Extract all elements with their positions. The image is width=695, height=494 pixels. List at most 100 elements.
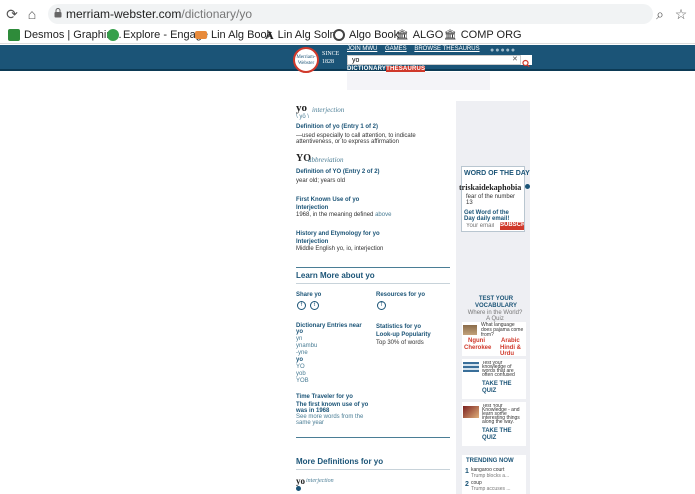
wotd-def: fear of the number 13 (466, 194, 516, 206)
bookmark-lin-alg-book[interactable]: Lin Alg Book (195, 28, 272, 42)
entry1-pron[interactable]: \ yō \ (296, 114, 309, 120)
list-item[interactable]: YOB (296, 378, 317, 385)
entry2-def-text: year old; years old (296, 178, 346, 184)
divider (296, 267, 450, 268)
first-known-link[interactable]: above (375, 212, 391, 218)
search-icon (522, 59, 530, 68)
quiz1-card[interactable]: What language does pajama come from? Ngu… (462, 322, 526, 357)
zoom-icon[interactable]: ⌕ (652, 6, 668, 22)
quiz1-image (463, 325, 477, 335)
list-item[interactable]: yob (296, 371, 317, 378)
divider (296, 437, 450, 438)
quiz2-card[interactable]: Test your knowledge of words that are of… (462, 359, 526, 399)
globe-icon (333, 29, 345, 41)
audio-icon[interactable] (296, 486, 301, 491)
trending-rank: 2 (465, 481, 469, 488)
bookmark-desmos[interactable]: Desmos | Graphin... (8, 28, 122, 42)
first-known-sub: Interjection (296, 205, 329, 211)
entry2-def-heading: Definition of YO (Entry 2 of 2) (296, 169, 380, 175)
trending-rank: 1 (465, 468, 469, 475)
search-input[interactable] (350, 56, 510, 65)
social-icons[interactable]: ●●●●● (490, 47, 516, 54)
nav-browse-thesaurus[interactable]: BROWSE THESAURUS (414, 46, 479, 52)
trending-sub: Trump accuses ... (471, 486, 511, 492)
etymology-heading: History and Etymology for yo (296, 231, 380, 237)
search-button[interactable] (520, 55, 532, 68)
address-bar[interactable]: merriam-webster.com/dictionary/yo (48, 4, 653, 24)
first-known-heading: First Known Use of yo (296, 197, 360, 203)
time-traveler-heading: Time Traveler for yo (296, 394, 353, 400)
audio-icon[interactable] (525, 184, 530, 189)
quiz3-cta[interactable]: TAKE THE QUIZ (482, 428, 518, 442)
etymology-text: Middle English yo, io, interjection (296, 246, 384, 252)
more-defs-headword: yo (296, 476, 305, 486)
bookmark-comp-org[interactable]: 🏛 COMP ORG (444, 28, 522, 42)
library-icon: 🏛 (396, 29, 409, 41)
browser-toolbar: ⟳ ⌂ merriam-webster.com/dictionary/yo ⌕ … (0, 0, 695, 44)
quiz1-answer[interactable]: Arabic (501, 338, 520, 344)
etymology-sub: Interjection (296, 239, 329, 245)
trending-sub: Trump blocks a... (471, 473, 510, 479)
twitter-icon[interactable]: t (310, 301, 319, 310)
more-defs-fl: interjection (306, 478, 334, 484)
logo-text: Webster (297, 61, 315, 66)
vocab-title: TEST YOUR VOCABULARY (474, 296, 518, 309)
search-dropdown-shadow (347, 72, 490, 90)
mw-logo[interactable]: Merriam- Webster (293, 47, 319, 73)
divider (296, 283, 450, 284)
quiz3-text: Test Your Knowledge - and learn some int… (482, 404, 520, 425)
search-box: ✕ (347, 55, 532, 68)
top-nav: JOIN MWU GAMES BROWSE THESAURUS (347, 46, 486, 52)
since-badge: SINCE 1828 (322, 50, 339, 66)
bookmark-explore[interactable]: Explore - Engage (107, 28, 208, 42)
quiz3-card[interactable]: Test Your Knowledge - and learn some int… (462, 402, 526, 446)
word-of-the-day-box: WORD OF THE DAY triskaidekaphobia fear o… (459, 166, 530, 232)
quiz1-answer[interactable]: Nguni (468, 338, 485, 344)
bookmark-lin-alg-soln[interactable]: A Lin Alg Soln (265, 28, 336, 42)
resources-heading: Resources for yo (376, 292, 426, 298)
wotd-word[interactable]: triskaidekaphobia (459, 183, 521, 192)
bookmark-star-icon[interactable]: ☆ (673, 6, 689, 22)
list-item[interactable]: yn (296, 336, 317, 343)
list-item[interactable]: ynambu (296, 343, 317, 350)
reload-icon[interactable]: ⟳ (4, 6, 20, 22)
quiz1-sub: What language does pajama come from? (481, 322, 524, 338)
entry2-fl: abbreviation (308, 156, 344, 164)
bookmark-label: Algo Book (349, 29, 400, 41)
quiz1-answer[interactable]: Cherokee (464, 345, 491, 351)
quiz3-image (463, 406, 479, 418)
wotd-title: WORD OF THE DAY (464, 170, 530, 177)
subscribe-button[interactable]: SUBSCRIBE (500, 222, 524, 230)
entries-near-list: yn ynambu -yne yo YO yob YOB (296, 336, 317, 385)
popularity-text: Top 30% of words (376, 340, 424, 346)
quiz1-title[interactable]: Where in the World? A Quiz (466, 310, 524, 322)
time-traveler-more[interactable]: See more words from the same year (296, 414, 368, 426)
entry1-fl: interjection (312, 106, 345, 114)
bookmark-algo[interactable]: 🏛 ALGO (396, 28, 443, 42)
book-icon (195, 31, 207, 39)
time-traveler-link[interactable]: The first known use of yo was in 1968 (296, 402, 371, 414)
bookmark-algo-book[interactable]: Algo Book (333, 28, 399, 42)
desmos-icon (8, 29, 20, 41)
bookmark-label: Lin Alg Soln (277, 29, 336, 41)
home-icon[interactable]: ⌂ (24, 6, 40, 22)
entries-near-heading: Dictionary Entries near yo (296, 323, 362, 335)
list-item[interactable]: -yne (296, 350, 317, 357)
email-input[interactable] (466, 222, 500, 230)
learn-more-heading: Learn More about yo (296, 271, 375, 280)
thesaurus-icon[interactable]: T (377, 301, 386, 310)
list-item[interactable]: YO (296, 364, 317, 371)
clear-icon[interactable]: ✕ (512, 55, 518, 63)
nav-games[interactable]: GAMES (385, 46, 407, 52)
library-icon: 🏛 (444, 29, 457, 41)
quiz1-answer[interactable]: Hindi & Urdu (500, 345, 526, 357)
lock-icon (54, 8, 62, 18)
url-text: merriam-webster.com/dictionary/yo (66, 7, 253, 21)
facebook-icon[interactable]: f (297, 301, 306, 310)
since-year: 1828 (322, 59, 334, 65)
bookmark-label: ALGO (412, 29, 444, 41)
quiz2-cta[interactable]: TAKE THE QUIZ (482, 381, 518, 395)
nav-join-mwu[interactable]: JOIN MWU (347, 46, 377, 52)
engage-icon (107, 29, 119, 41)
quiz2-text: Test your knowledge of words that are of… (482, 361, 515, 378)
